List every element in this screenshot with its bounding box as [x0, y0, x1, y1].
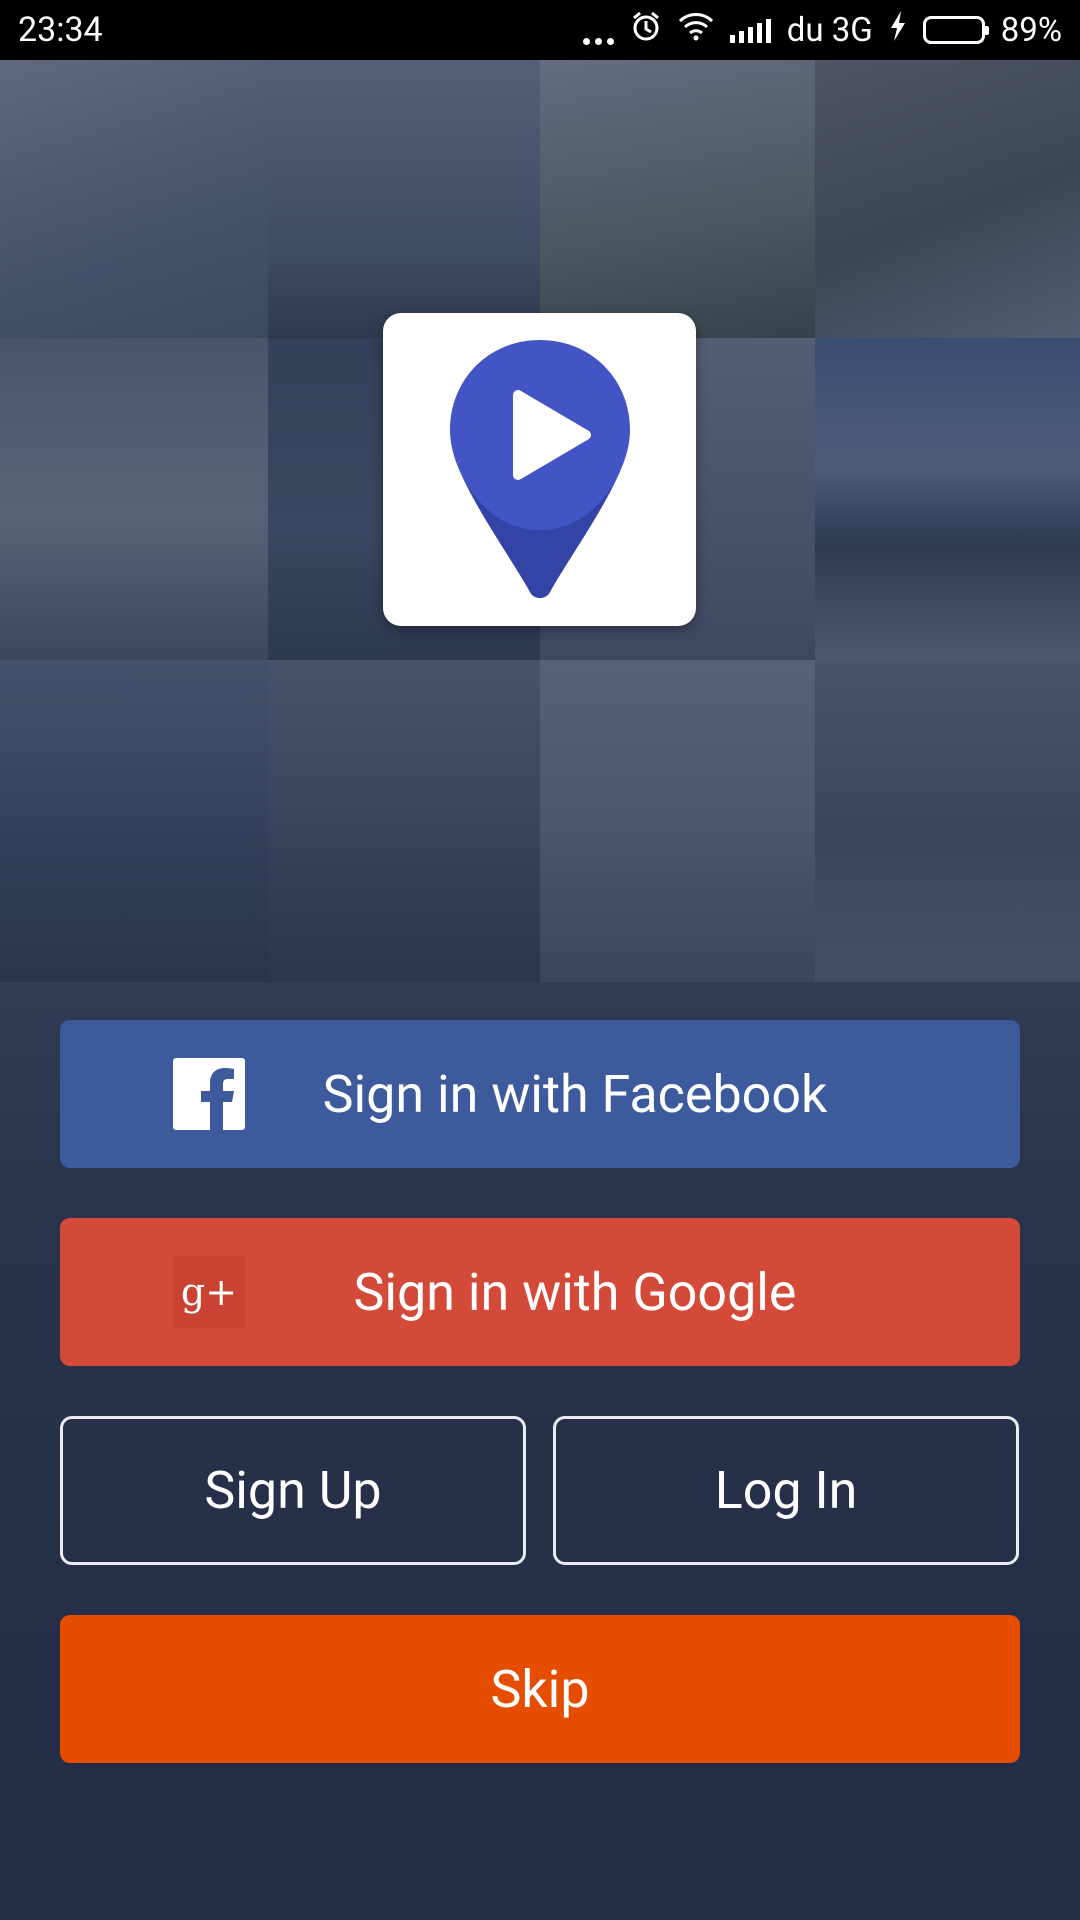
skip-button[interactable]: Skip — [60, 1615, 1020, 1763]
status-time: 23:34 — [18, 10, 103, 50]
network-label: du 3G — [786, 10, 873, 50]
status-icons: du 3G 89% — [582, 10, 1062, 51]
log-in-label: Log In — [714, 1460, 858, 1521]
sign-up-button[interactable]: Sign Up — [60, 1416, 526, 1565]
sign-up-label: Sign Up — [204, 1460, 382, 1521]
facebook-icon — [173, 1058, 245, 1130]
google-signin-button[interactable]: g+ Sign in with Google — [60, 1218, 1020, 1366]
log-in-button[interactable]: Log In — [553, 1416, 1019, 1565]
signal-icon — [729, 17, 771, 43]
wifi-icon — [678, 11, 714, 50]
charging-icon — [889, 10, 907, 50]
skip-label: Skip — [490, 1658, 590, 1720]
battery-icon — [922, 16, 989, 44]
google-signin-label: Sign in with Google — [353, 1261, 797, 1323]
facebook-signin-label: Sign in with Facebook — [322, 1063, 828, 1125]
status-bar: 23:34 du 3G 89% — [0, 0, 1080, 60]
google-plus-icon: g+ — [173, 1256, 245, 1328]
app-logo — [383, 313, 696, 626]
more-dots-icon — [582, 15, 614, 45]
facebook-signin-button[interactable]: Sign in with Facebook — [60, 1020, 1020, 1168]
location-play-pin-icon — [449, 339, 630, 598]
alarm-icon — [630, 10, 662, 51]
battery-percent: 89% — [1000, 10, 1062, 50]
